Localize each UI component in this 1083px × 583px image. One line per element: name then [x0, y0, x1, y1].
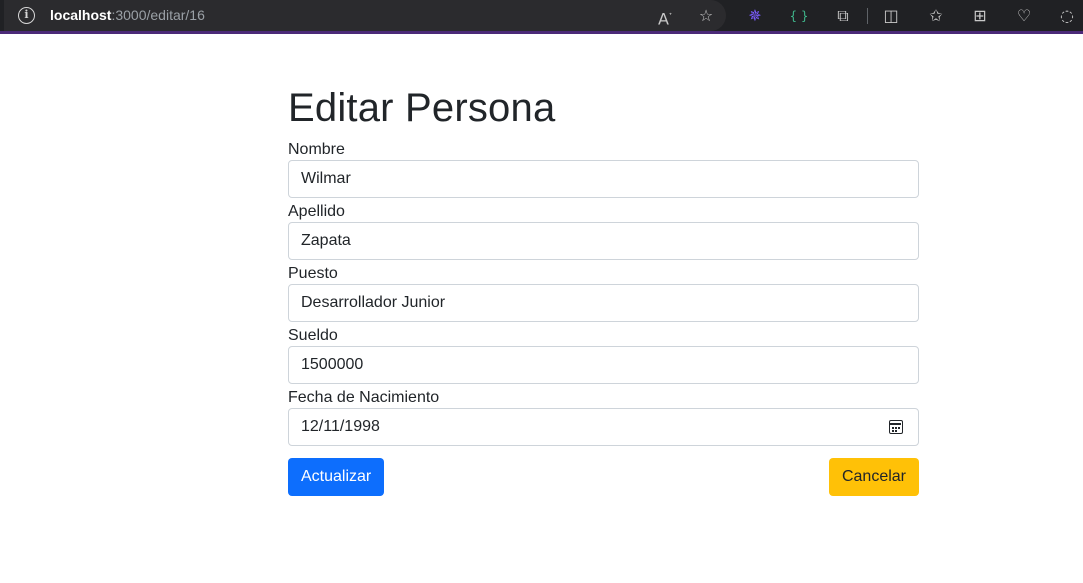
fecha-nacimiento-label: Fecha de Nacimiento	[288, 389, 440, 406]
split-screen-icon[interactable]: ◫	[881, 6, 901, 26]
browser-toolbar: i localhost:3000/editar/16 Aᐩ ☆ ✵ { } ⧉ …	[0, 0, 1083, 34]
field-apellido: Apellido Zapata	[288, 202, 919, 260]
puesto-value: Desarrollador Junior	[301, 294, 446, 311]
nombre-value: Wilmar	[301, 170, 351, 187]
field-sueldo: Sueldo 1500000	[288, 326, 919, 384]
toolbar-divider	[867, 8, 868, 24]
extension-color-icon[interactable]: ✵	[745, 6, 765, 26]
update-button[interactable]: Actualizar	[288, 458, 385, 496]
puesto-input[interactable]: Desarrollador Junior	[288, 284, 919, 322]
favorite-star-icon[interactable]: ☆	[696, 6, 716, 26]
address-bar[interactable]: i localhost:3000/editar/16 Aᐩ ☆	[4, 0, 726, 31]
fecha-nacimiento-input[interactable]: 12/11/1998	[288, 408, 919, 446]
edit-person-form-container: Editar Persona Nombre Wilmar Apellido Za…	[288, 80, 919, 496]
favorites-icon[interactable]: ✩	[926, 6, 946, 26]
apellido-value: Zapata	[301, 232, 351, 249]
browser-essentials-icon[interactable]: ♡	[1014, 6, 1034, 26]
field-nombre: Nombre Wilmar	[288, 140, 919, 198]
read-aloud-icon[interactable]: Aᐩ	[655, 6, 675, 28]
apellido-input[interactable]: Zapata	[288, 222, 919, 260]
sueldo-value: 1500000	[301, 356, 364, 373]
copilot-icon[interactable]: ◌	[1057, 6, 1077, 26]
collections-icon[interactable]: ⊞	[970, 6, 990, 26]
url-text[interactable]: localhost:3000/editar/16	[50, 7, 205, 23]
puesto-label: Puesto	[288, 265, 338, 282]
form-actions: Actualizar Cancelar	[288, 458, 919, 496]
url-path: :3000/editar/16	[111, 7, 205, 23]
fecha-nacimiento-value: 12/11/1998	[301, 418, 380, 435]
calendar-icon[interactable]	[889, 420, 903, 434]
extension-braces-icon[interactable]: { }	[789, 6, 809, 26]
sueldo-input[interactable]: 1500000	[288, 346, 919, 384]
browser-toolbar-inner: i localhost:3000/editar/16 Aᐩ ☆ ✵ { } ⧉ …	[0, 0, 1083, 31]
site-info-icon[interactable]: i	[18, 7, 35, 24]
url-host: localhost	[50, 7, 112, 23]
nombre-input[interactable]: Wilmar	[288, 160, 919, 198]
page-title: Editar Persona	[288, 86, 556, 130]
field-puesto: Puesto Desarrollador Junior	[288, 264, 919, 322]
nombre-label: Nombre	[288, 141, 345, 158]
apellido-label: Apellido	[288, 203, 345, 220]
field-fecha-nacimiento: Fecha de Nacimiento 12/11/1998	[288, 388, 919, 446]
sueldo-label: Sueldo	[288, 327, 338, 344]
cancel-button[interactable]: Cancelar	[828, 458, 919, 496]
extensions-puzzle-icon[interactable]: ⧉	[833, 6, 853, 26]
